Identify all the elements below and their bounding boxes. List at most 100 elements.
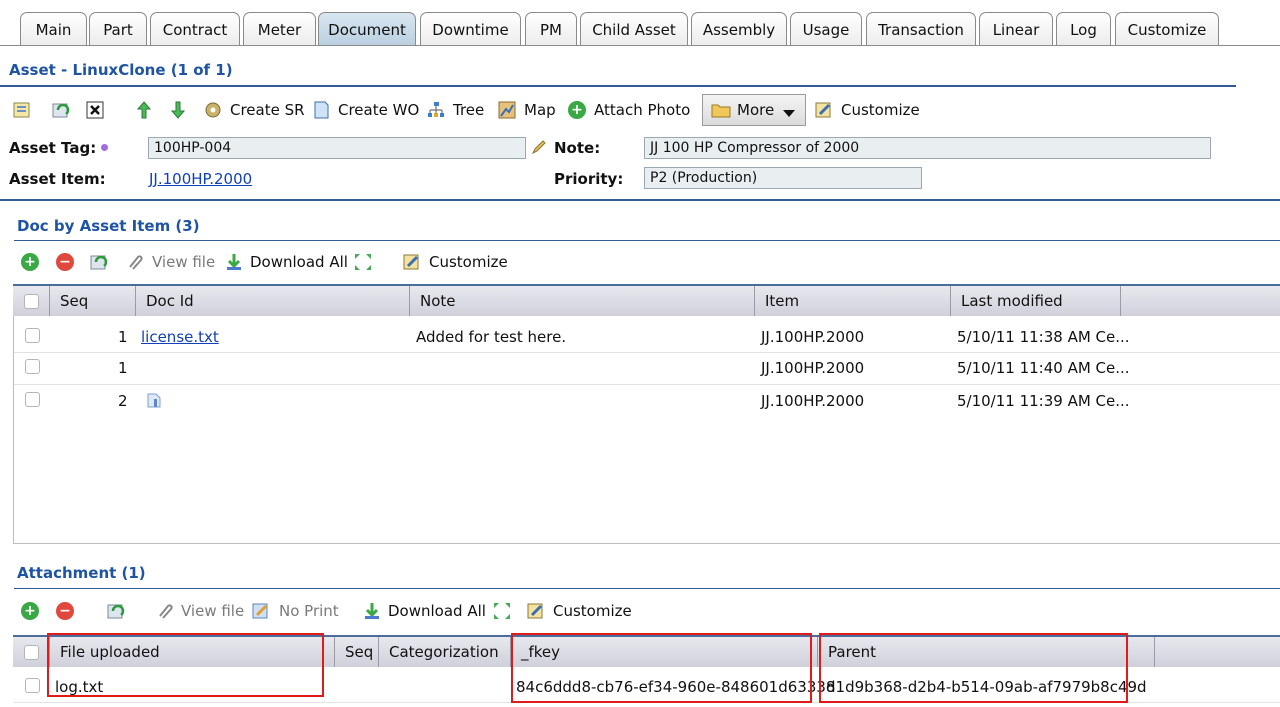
gear-icon[interactable]: [203, 100, 223, 120]
download-icon[interactable]: [224, 252, 244, 272]
tab-contract[interactable]: Contract: [150, 12, 240, 46]
doc-id-link[interactable]: license.txt: [141, 328, 219, 346]
customize-icon[interactable]: [402, 252, 422, 272]
attachment-section-title: Attachment (1): [17, 564, 146, 582]
tab-usage[interactable]: Usage: [790, 12, 862, 46]
map-icon[interactable]: [497, 100, 517, 120]
tab-transaction[interactable]: Transaction: [866, 12, 976, 46]
refresh-icon[interactable]: [107, 601, 127, 621]
column-header-categorization[interactable]: Categorization: [379, 637, 511, 667]
tab-part[interactable]: Part: [89, 12, 147, 46]
arrow-down-icon[interactable]: [168, 100, 188, 120]
tab-pm[interactable]: PM: [525, 12, 577, 46]
tab-log[interactable]: Log: [1056, 12, 1111, 46]
column-header-last-modified[interactable]: Last modified: [951, 286, 1121, 316]
tab-label: PM: [540, 20, 562, 39]
download-all-button[interactable]: Download All: [388, 602, 486, 620]
column-header-note[interactable]: Note: [410, 286, 755, 316]
no-print-icon[interactable]: [251, 601, 271, 621]
tree-button[interactable]: Tree: [453, 101, 484, 119]
create-wo-button[interactable]: Create WO: [338, 101, 419, 119]
tab-linear[interactable]: Linear: [979, 12, 1053, 46]
expand-icon[interactable]: [353, 252, 373, 272]
tab-label: Main: [35, 20, 72, 39]
tab-label: Customize: [1127, 20, 1207, 39]
row-checkbox[interactable]: [25, 359, 40, 374]
tab-label: Document: [328, 20, 406, 39]
tab-label: Linear: [992, 20, 1040, 39]
tab-label: Transaction: [878, 20, 964, 39]
add-icon[interactable]: +: [20, 601, 40, 621]
attach-photo-icon[interactable]: +: [567, 100, 587, 120]
highlight-box-parent: [819, 633, 1128, 703]
customize-icon[interactable]: [526, 601, 546, 621]
select-all-checkbox[interactable]: [24, 294, 39, 309]
customize-button[interactable]: Customize: [553, 602, 632, 620]
expand-icon[interactable]: [492, 601, 512, 621]
customize-icon[interactable]: [814, 100, 834, 120]
seq-cell: 1: [118, 328, 128, 346]
view-file-button[interactable]: View file: [181, 602, 244, 620]
map-button[interactable]: Map: [524, 101, 556, 119]
more-dropdown[interactable]: More: [702, 94, 806, 126]
column-header-item[interactable]: Item: [755, 286, 951, 316]
refresh-icon[interactable]: [52, 100, 72, 120]
modified-cell: 5/10/11 11:38 AM Ce...: [957, 328, 1130, 346]
tab-meter[interactable]: Meter: [243, 12, 316, 46]
modified-cell: 5/10/11 11:39 AM Ce...: [957, 392, 1130, 410]
refresh-icon[interactable]: [90, 252, 110, 272]
add-icon[interactable]: +: [20, 252, 40, 272]
paperclip-icon[interactable]: [124, 252, 144, 272]
priority-field[interactable]: P2 (Production): [644, 167, 922, 189]
save-icon[interactable]: [12, 100, 32, 120]
attach-photo-button[interactable]: Attach Photo: [594, 101, 690, 119]
tab-bar: Main Part Contract Meter Document Downti…: [0, 0, 1280, 46]
remove-icon[interactable]: −: [55, 252, 75, 272]
arrow-up-icon[interactable]: [134, 100, 154, 120]
asset-tag-field[interactable]: 100HP-004: [148, 137, 526, 159]
tab-customize[interactable]: Customize: [1115, 12, 1219, 46]
column-header-seq[interactable]: Seq: [335, 637, 379, 667]
row-checkbox[interactable]: [25, 392, 40, 407]
tab-divider: [0, 45, 1280, 46]
tab-main[interactable]: Main: [20, 12, 87, 46]
tab-document[interactable]: Document: [318, 12, 416, 46]
doc-section-title: Doc by Asset Item (3): [17, 217, 200, 235]
close-icon[interactable]: [85, 100, 105, 120]
view-file-button[interactable]: View file: [152, 253, 215, 271]
customize-button[interactable]: Customize: [429, 253, 508, 271]
tree-icon[interactable]: [426, 100, 446, 120]
table-row[interactable]: 1 license.txt Added for test here. JJ.10…: [14, 322, 1280, 352]
doc-grid-header: Seq Doc Id Note Item Last modified: [13, 284, 1280, 316]
asset-item-link[interactable]: JJ.100HP.2000: [149, 170, 252, 188]
remove-icon[interactable]: −: [55, 601, 75, 621]
download-all-button[interactable]: Download All: [250, 253, 348, 271]
seq-cell: 2: [118, 392, 128, 410]
file-icon[interactable]: [145, 391, 163, 413]
download-icon[interactable]: [362, 601, 382, 621]
tab-child-asset[interactable]: Child Asset: [580, 12, 688, 46]
note-field[interactable]: JJ 100 HP Compressor of 2000: [644, 137, 1211, 159]
select-all-cell: [13, 637, 50, 667]
chevron-down-icon: [783, 106, 795, 122]
highlight-box-file-uploaded: [47, 633, 324, 697]
tab-assembly[interactable]: Assembly: [691, 12, 787, 46]
table-row[interactable]: 2 JJ.100HP.2000 5/10/11 11:39 AM Ce...: [14, 386, 1280, 416]
folder-icon: [711, 102, 731, 122]
column-header-seq[interactable]: Seq: [50, 286, 136, 316]
column-header-doc-id[interactable]: Doc Id: [136, 286, 410, 316]
tab-downtime[interactable]: Downtime: [420, 12, 521, 46]
paperclip-icon[interactable]: [154, 601, 174, 621]
document-icon[interactable]: [311, 100, 331, 120]
row-checkbox[interactable]: [25, 678, 40, 693]
highlight-box-fkey: [511, 633, 812, 703]
pencil-icon[interactable]: [531, 139, 547, 159]
create-sr-button[interactable]: Create SR: [230, 101, 305, 119]
tab-label: Downtime: [432, 20, 509, 39]
table-row[interactable]: 1 JJ.100HP.2000 5/10/11 11:40 AM Ce...: [14, 353, 1280, 383]
customize-button[interactable]: Customize: [841, 101, 920, 119]
row-checkbox[interactable]: [25, 328, 40, 343]
select-all-checkbox[interactable]: [24, 645, 39, 660]
no-print-button[interactable]: No Print: [279, 602, 339, 620]
note-cell: Added for test here.: [416, 328, 567, 346]
